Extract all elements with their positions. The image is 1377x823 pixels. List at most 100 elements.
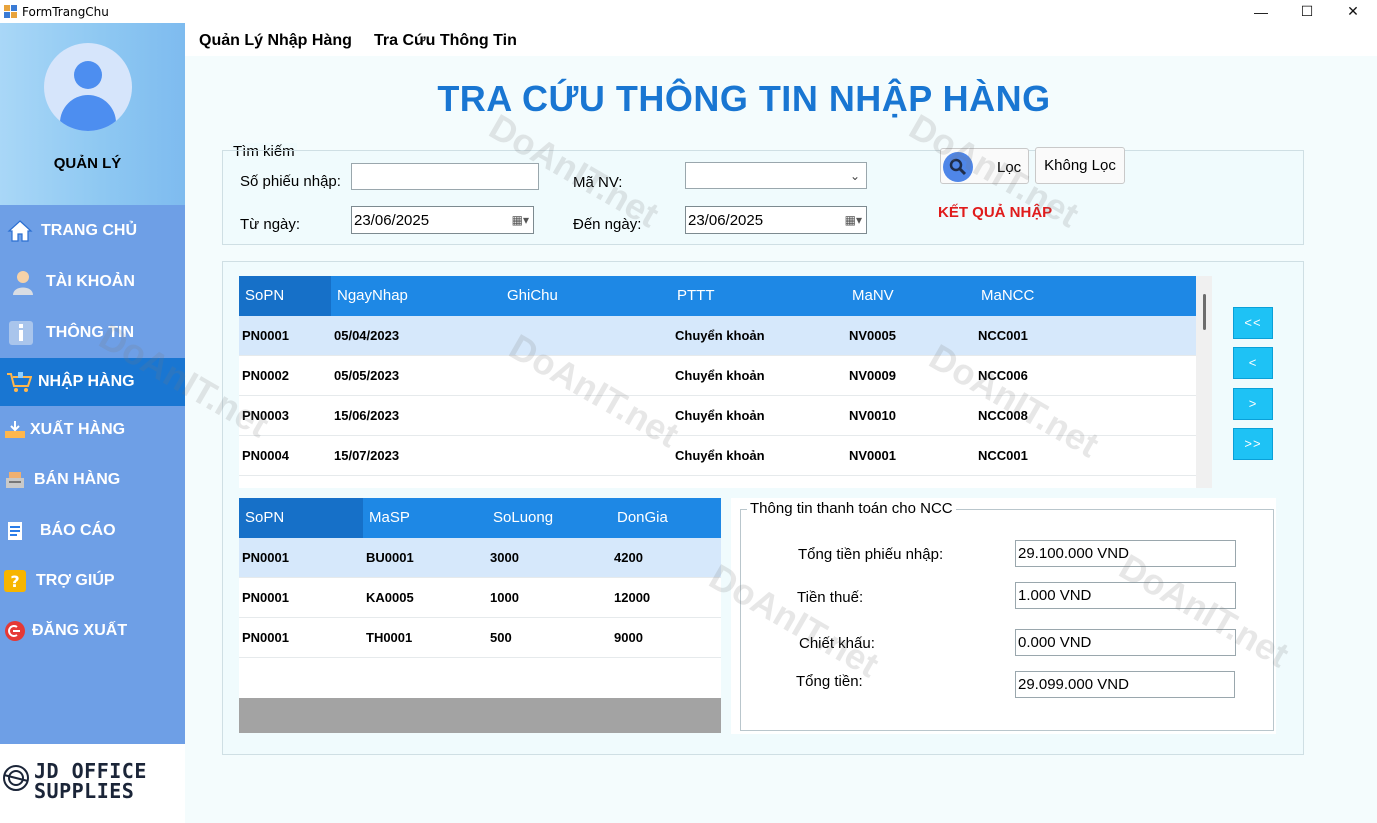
sidebar-item-tai-khoan[interactable]: TÀI KHOẢN	[0, 258, 185, 306]
logout-icon	[2, 618, 28, 644]
col-masp[interactable]: MaSP	[363, 498, 487, 538]
sidebar-item-dang-xuat[interactable]: ĐĂNG XUẤT	[0, 607, 185, 655]
page-title: TRA CỨU THÔNG TIN NHẬP HÀNG	[437, 78, 1051, 119]
window-title: FormTrangChu	[22, 5, 109, 19]
cell-ghichu	[501, 396, 504, 436]
sidebar-item-label: BÁO CÁO	[40, 522, 116, 539]
calendar-icon: ▦▾	[511, 213, 529, 227]
phieu-grid-scrollbar[interactable]	[1196, 276, 1212, 488]
menubar: Quản Lý Nhập Hàng Tra Cứu Thông Tin	[185, 23, 1377, 56]
col-pttt[interactable]: PTTT	[671, 276, 846, 316]
table-row[interactable]: PN0001 05/04/2023 Chuyển khoản NV0005 NC…	[239, 316, 1196, 356]
cell-ghichu	[501, 356, 504, 396]
khong-loc-button[interactable]: Không Lọc	[1035, 147, 1125, 184]
col-ngaynhap[interactable]: NgayNhap	[331, 276, 501, 316]
cell-sopn: PN0003	[242, 408, 289, 423]
window-titlebar: FormTrangChu — ☐ ✕	[0, 0, 1377, 23]
calendar-icon: ▦▾	[844, 213, 862, 227]
col-soluong[interactable]: SoLuong	[487, 498, 611, 538]
den-ngay-datepicker[interactable]: 23/06/2025 ▦▾	[685, 206, 867, 234]
phieu-grid-header: SoPN NgayNhap GhiChu PTTT MaNV MaNCC	[239, 276, 1196, 316]
ket-qua-label: KẾT QUẢ NHẬP	[938, 204, 1053, 221]
app-icon	[4, 5, 17, 18]
first-record-button[interactable]: <<	[1233, 307, 1273, 339]
tu-ngay-label: Từ ngày:	[240, 216, 301, 233]
col-mancc[interactable]: MaNCC	[975, 276, 1175, 316]
register-icon	[2, 467, 28, 493]
cell-sopn: PN0001	[242, 550, 289, 565]
minimize-button[interactable]: —	[1238, 0, 1284, 23]
cell-soluong: 500	[490, 630, 512, 645]
info-icon	[8, 320, 34, 346]
tong-phieu-field[interactable]: 29.100.000 VND	[1015, 540, 1236, 567]
sidebar-item-xuat-hang[interactable]: XUẤT HÀNG	[0, 406, 185, 454]
next-record-button[interactable]: >	[1233, 388, 1273, 420]
prev-record-button[interactable]: <	[1233, 347, 1273, 379]
sidebar-item-nhap-hang[interactable]: NHẬP HÀNG	[0, 358, 185, 406]
thue-label: Tiền thuế:	[797, 589, 864, 606]
col-manv[interactable]: MaNV	[846, 276, 976, 316]
cell-ngaynhap: 15/07/2023	[334, 448, 400, 463]
col-dongia[interactable]: DonGia	[611, 498, 721, 538]
sidebar-item-tro-giup[interactable]: ? TRỢ GIÚP	[0, 557, 185, 605]
sidebar-item-label: TÀI KHOẢN	[46, 273, 135, 290]
cell-pttt: Chuyển khoản	[675, 328, 765, 343]
den-ngay-label: Đến ngày:	[573, 216, 642, 233]
sidebar-item-ban-hang[interactable]: BÁN HÀNG	[0, 456, 185, 504]
table-row[interactable]: PN0004 15/07/2023 Chuyển khoản NV0001 NC…	[239, 436, 1196, 476]
cell-manv: NV0009	[849, 368, 896, 383]
sidebar-item-bao-cao[interactable]: BÁO CÁO	[0, 507, 185, 555]
menu-quan-ly-nhap-hang[interactable]: Quản Lý Nhập Hàng	[199, 32, 352, 50]
ma-nv-select[interactable]: ⌄	[685, 162, 867, 189]
sidebar-item-trang-chu[interactable]: TRANG CHỦ	[0, 207, 185, 255]
avatar	[44, 43, 132, 131]
menu-tra-cuu-thong-tin[interactable]: Tra Cứu Thông Tin	[374, 32, 517, 50]
tong-tien-field[interactable]: 29.099.000 VND	[1015, 671, 1235, 698]
col-sopn[interactable]: SoPN	[239, 276, 331, 316]
logo-line-2: SUPPLIES	[34, 779, 135, 803]
thue-field[interactable]: 1.000 VND	[1015, 582, 1236, 609]
avatar-head	[74, 61, 102, 89]
table-row[interactable]: PN0002 05/05/2023 Chuyển khoản NV0009 NC…	[239, 356, 1196, 396]
loc-button[interactable]: Lọc	[940, 148, 1029, 184]
sidebar-item-thong-tin[interactable]: THÔNG TIN	[0, 309, 185, 357]
cell-sopn: PN0004	[242, 448, 289, 463]
user-role: QUẢN LÝ	[53, 155, 122, 172]
table-row[interactable]: PN0001 BU0001 3000 4200	[239, 538, 721, 578]
help-icon: ?	[2, 568, 28, 594]
payment-legend: Thông tin thanh toán cho NCC	[747, 500, 956, 517]
search-legend: Tìm kiếm	[231, 143, 297, 160]
so-phieu-input[interactable]	[351, 163, 539, 190]
sidebar-item-label: NHẬP HÀNG	[38, 373, 135, 390]
col-sopn[interactable]: SoPN	[239, 498, 363, 538]
cell-dongia: 9000	[614, 630, 643, 645]
table-row[interactable]: PN0001 TH0001 500 9000	[239, 618, 721, 658]
cell-ngaynhap: 05/05/2023	[334, 368, 400, 383]
cell-masp: BU0001	[366, 550, 414, 565]
close-button[interactable]: ✕	[1330, 0, 1376, 23]
cell-ngaynhap: 15/06/2023	[334, 408, 400, 423]
chi-tiet-grid: SoPN MaSP SoLuong DonGia PN0001 BU0001 3…	[239, 498, 721, 698]
table-row[interactable]: PN0001 KA0005 1000 12000	[239, 578, 721, 618]
chevron-down-icon: ⌄	[849, 169, 860, 183]
cell-soluong: 3000	[490, 550, 519, 565]
chiet-khau-field[interactable]: 0.000 VND	[1015, 629, 1236, 656]
cart-icon	[6, 369, 32, 395]
table-row[interactable]: PN0003 15/06/2023 Chuyển khoản NV0010 NC…	[239, 396, 1196, 436]
last-record-button[interactable]: >>	[1233, 428, 1273, 460]
tu-ngay-datepicker[interactable]: 23/06/2025 ▦▾	[351, 206, 534, 234]
scrollbar-thumb[interactable]	[1203, 294, 1206, 330]
cell-pttt: Chuyển khoản	[675, 408, 765, 423]
logo-mark-icon	[3, 765, 29, 791]
cell-masp: TH0001	[366, 630, 413, 645]
sidebar-item-label: TRANG CHỦ	[41, 222, 137, 239]
cell-soluong: 1000	[490, 590, 519, 605]
sidebar-item-label: TRỢ GIÚP	[36, 572, 115, 589]
export-icon	[2, 417, 28, 443]
sidebar-item-label: XUẤT HÀNG	[30, 421, 126, 438]
col-ghichu[interactable]: GhiChu	[501, 276, 671, 316]
cell-manv: NV0001	[849, 448, 896, 463]
sidebar-item-label: BÁN HÀNG	[34, 471, 121, 488]
home-icon	[7, 218, 33, 244]
maximize-button[interactable]: ☐	[1284, 0, 1330, 23]
